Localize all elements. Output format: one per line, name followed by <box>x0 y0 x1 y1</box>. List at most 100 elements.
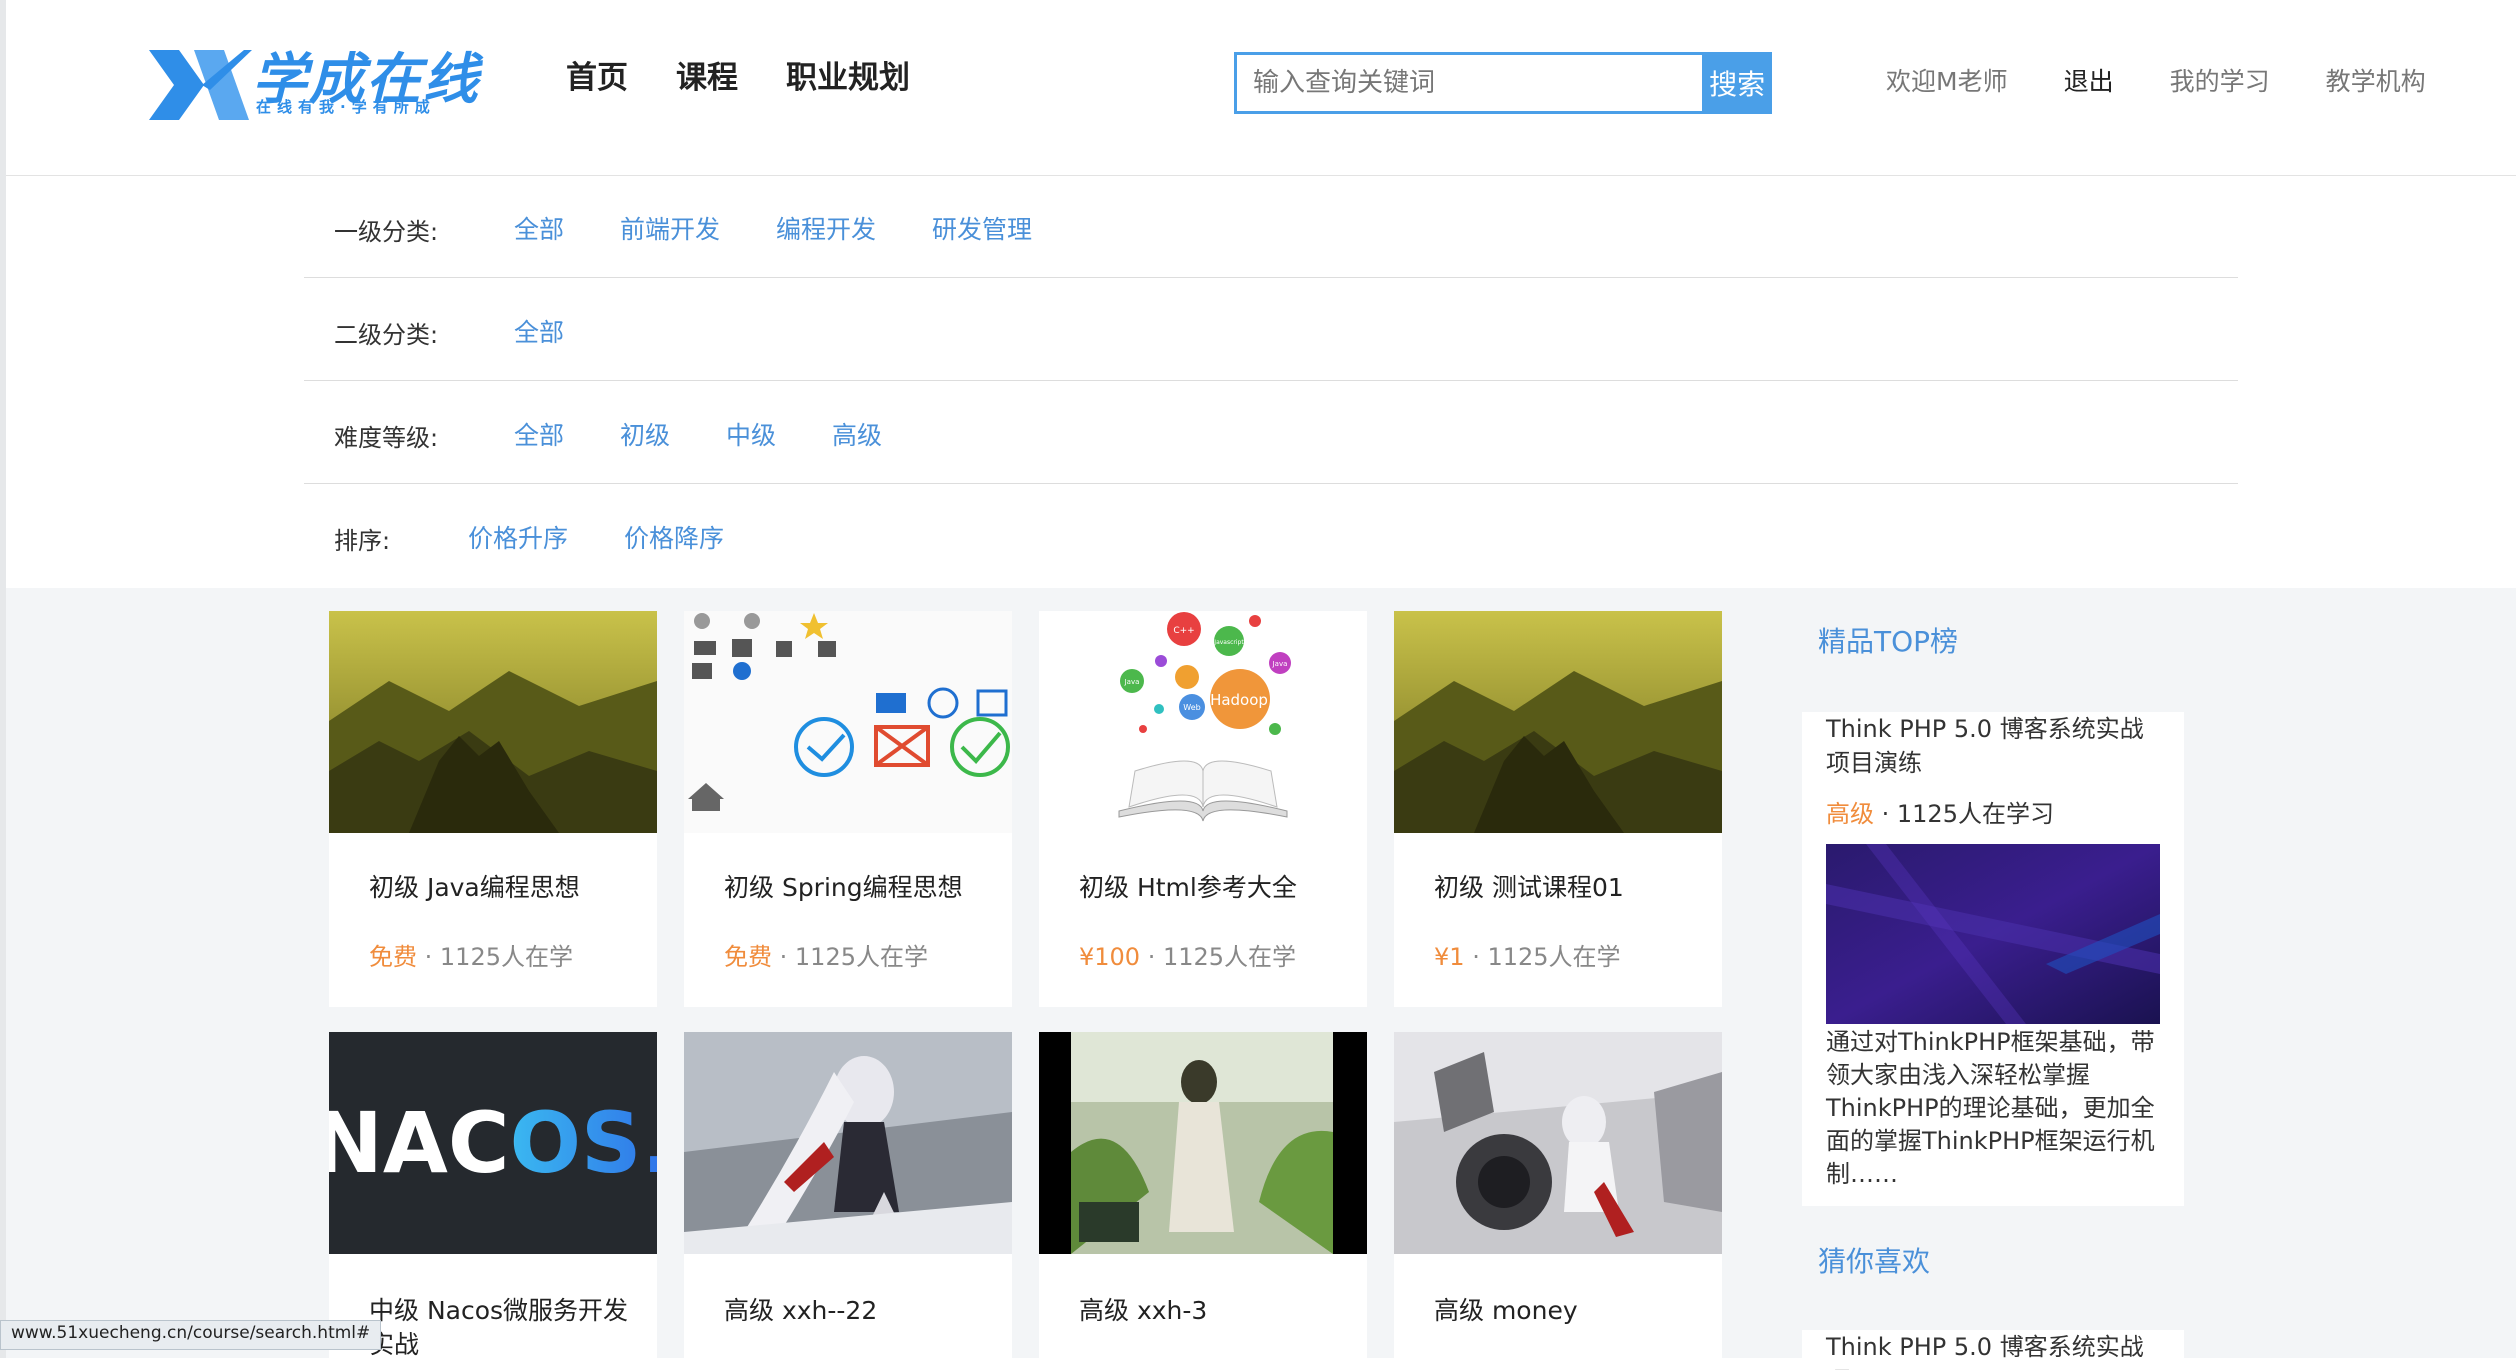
filter-option-all[interactable]: 全部 <box>514 313 564 349</box>
top-list-title: 精品TOP榜 <box>1818 625 1959 658</box>
my-learning-link[interactable]: 我的学习 <box>2170 62 2270 98</box>
course-students: · 1125人在学 <box>779 943 928 971</box>
filter-row-sort: 排序: 价格升序 价格降序 <box>304 485 2238 587</box>
hadoop-label: Hadoop <box>1210 691 1268 709</box>
recommend-title: 猜你喜欢 <box>1818 1245 1931 1278</box>
filter-row-category1: 一级分类: 全部 前端开发 编程开发 研发管理 <box>304 176 2238 278</box>
filter-option-intermediate[interactable]: 中级 <box>726 416 776 452</box>
recommend-course-card[interactable]: Think PHP 5.0 博客系统实战项 <box>1802 1330 2184 1370</box>
mountain-landscape-image <box>329 611 657 833</box>
anime-girl-image <box>1394 1032 1722 1254</box>
course-price: ¥1 <box>1434 943 1465 971</box>
course-thumbnail <box>1039 1032 1367 1254</box>
course-thumbnail: NACOS. <box>329 1032 657 1254</box>
filter-option-rd-management[interactable]: 研发管理 <box>932 210 1032 246</box>
top-course-meta: 高级 · 1125人在学习 <box>1826 794 2054 829</box>
course-card[interactable]: 初级 Spring编程思想 免费 · 1125人在学 <box>684 611 1012 1007</box>
filter-option-programming[interactable]: 编程开发 <box>776 210 876 246</box>
bubble-label: Javascript <box>1213 639 1244 646</box>
top-course-level: 高级 <box>1826 800 1874 828</box>
sort-price-desc[interactable]: 价格降序 <box>624 519 724 555</box>
search-button[interactable]: 搜索 <box>1702 52 1772 114</box>
user-links: 欢迎M老师 退出 我的学习 教学机构 <box>1886 62 2426 98</box>
anime-girl-image <box>1039 1032 1367 1254</box>
logout-link[interactable]: 退出 <box>2064 62 2114 98</box>
browser-status-bar: www.51xuecheng.cn/course/search.html# <box>0 1320 382 1350</box>
course-title[interactable]: 高级 money <box>1434 1294 1704 1328</box>
nav-home[interactable]: 首页 <box>566 52 628 97</box>
course-card[interactable]: 初级 Java编程思想 免费 · 1125人在学 <box>329 611 657 1007</box>
course-title[interactable]: 初级 Html参考大全 <box>1079 871 1349 905</box>
course-meta: ¥100 · 1125人在学 <box>1079 937 1296 972</box>
filter-option-frontend[interactable]: 前端开发 <box>620 210 720 246</box>
course-card[interactable]: Hadoop C++ Javascript Java Java Web 初级 H… <box>1039 611 1367 1007</box>
course-title[interactable]: 初级 测试课程01 <box>1434 871 1704 905</box>
nacos-wordmark: NACOS. <box>329 1094 657 1192</box>
filter-options: 全部 前端开发 编程开发 研发管理 <box>514 210 1032 246</box>
nacos-logo-image: NACOS. <box>329 1032 657 1254</box>
nav-courses[interactable]: 课程 <box>676 52 738 97</box>
sort-options: 价格升序 价格降序 <box>468 519 724 555</box>
course-card[interactable]: 初级 测试课程01 ¥1 · 1125人在学 <box>1394 611 1722 1007</box>
site-header: 学成在线 在线有我·学有所成 首页 课程 职业规划 搜索 欢迎M老师 退出 我的… <box>6 0 2516 176</box>
course-thumbnail <box>1394 611 1722 833</box>
course-title[interactable]: 初级 Java编程思想 <box>369 871 639 905</box>
course-price: ¥100 <box>1079 943 1141 971</box>
top-course-title[interactable]: Think PHP 5.0 博客系统实战项目演练 <box>1826 712 2166 780</box>
course-title[interactable]: 高级 xxh-3 <box>1079 1294 1349 1328</box>
course-title[interactable]: 高级 xxh--22 <box>724 1294 994 1328</box>
bubble-label: Java <box>1272 660 1288 668</box>
filter-options: 全部 <box>514 313 564 349</box>
course-students: · 1125人在学 <box>424 943 573 971</box>
course-thumbnail <box>1394 1032 1722 1254</box>
icon-collage-image <box>684 611 1012 833</box>
course-title[interactable]: 初级 Spring编程思想 <box>724 871 994 905</box>
course-thumbnail <box>684 611 1012 833</box>
course-card[interactable]: NACOS. 中级 Nacos微服务开发实战 <box>329 1032 657 1359</box>
course-students: · 1125人在学 <box>1472 943 1621 971</box>
filter-option-beginner[interactable]: 初级 <box>620 416 670 452</box>
filter-panel: 一级分类: 全部 前端开发 编程开发 研发管理 二级分类: 全部 难度等级: 全… <box>6 176 2516 588</box>
filter-label: 难度等级: <box>334 424 439 452</box>
filter-option-all[interactable]: 全部 <box>514 416 564 452</box>
mountain-landscape-image <box>1394 611 1722 833</box>
logo-subtitle: 在线有我·学有所成 <box>256 98 436 116</box>
filter-option-all[interactable]: 全部 <box>514 210 564 246</box>
anime-girl-image <box>684 1032 1012 1254</box>
course-thumbnail <box>684 1032 1012 1254</box>
filter-row-difficulty: 难度等级: 全部 初级 中级 高级 <box>304 382 2238 484</box>
filter-option-advanced[interactable]: 高级 <box>832 416 882 452</box>
top-course-card[interactable]: Think PHP 5.0 博客系统实战项目演练 高级 · 1125人在学习 通… <box>1802 712 2184 1206</box>
course-price: 免费 <box>369 943 417 971</box>
sort-price-asc[interactable]: 价格升序 <box>468 519 568 555</box>
course-thumbnail <box>329 611 657 833</box>
course-card[interactable]: 高级 xxh--22 <box>684 1032 1012 1358</box>
bubble-label: Java <box>1124 678 1140 686</box>
course-card[interactable]: 高级 xxh-3 <box>1039 1032 1367 1358</box>
course-thumbnail: Hadoop C++ Javascript Java Java Web <box>1039 611 1367 833</box>
filter-label: 二级分类: <box>334 321 439 349</box>
course-meta: 免费 · 1125人在学 <box>724 937 928 972</box>
filter-options: 全部 初级 中级 高级 <box>514 416 882 452</box>
nav-career[interactable]: 职业规划 <box>786 52 910 97</box>
bubble-label: Web <box>1183 703 1200 712</box>
course-meta: 免费 · 1125人在学 <box>369 937 573 972</box>
abstract-purple-image <box>1826 844 2160 1024</box>
bubble-label: C++ <box>1173 626 1194 636</box>
filter-label: 一级分类: <box>334 218 439 246</box>
recommend-course-title[interactable]: Think PHP 5.0 博客系统实战项 <box>1826 1330 2166 1370</box>
top-course-students: · 1125人在学习 <box>1874 800 2054 828</box>
course-price: 免费 <box>724 943 772 971</box>
search-input[interactable] <box>1234 52 1703 114</box>
logo[interactable]: 学成在线 在线有我·学有所成 <box>144 30 484 130</box>
welcome-user[interactable]: 欢迎M老师 <box>1886 62 2008 98</box>
institution-link[interactable]: 教学机构 <box>2326 62 2426 98</box>
filter-label: 排序: <box>334 527 391 555</box>
course-title[interactable]: 中级 Nacos微服务开发实战 <box>369 1294 639 1362</box>
course-card[interactable]: 高级 money <box>1394 1032 1722 1358</box>
book-bubbles-image: Hadoop C++ Javascript Java Java Web <box>1039 611 1367 833</box>
search-bar: 搜索 <box>1234 52 1772 114</box>
logo-x-icon <box>149 50 252 120</box>
course-meta: ¥1 · 1125人在学 <box>1434 937 1621 972</box>
top-course-image <box>1826 844 2160 1024</box>
